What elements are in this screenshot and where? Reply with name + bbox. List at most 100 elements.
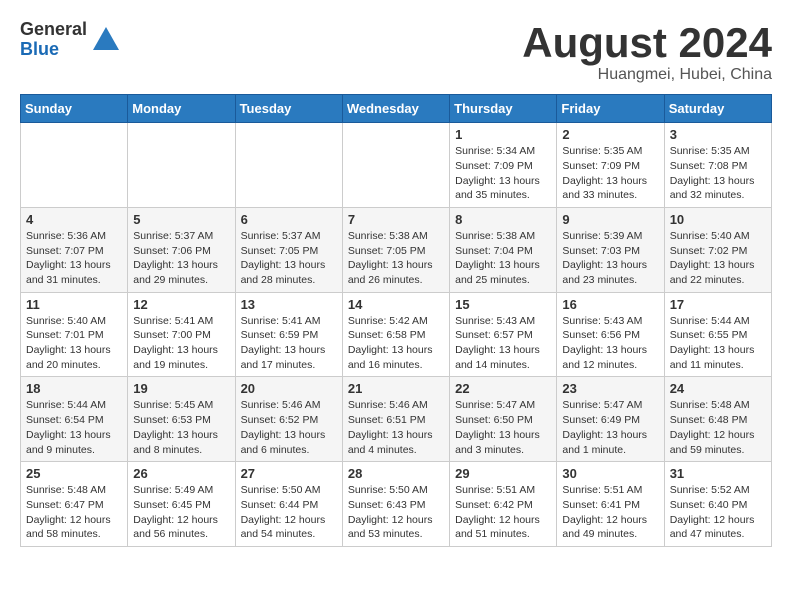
day-number: 12 [133, 297, 229, 312]
calendar-cell [235, 123, 342, 208]
day-number: 15 [455, 297, 551, 312]
location-text: Huangmei, Hubei, China [522, 66, 772, 84]
calendar-cell: 13 Sunrise: 5:41 AM Sunset: 6:59 PM Dayli… [235, 292, 342, 377]
calendar-week-row: 4 Sunrise: 5:36 AM Sunset: 7:07 PM Daylig… [21, 207, 772, 292]
calendar-cell: 7 Sunrise: 5:38 AM Sunset: 7:05 PM Daylig… [342, 207, 449, 292]
weekday-header: Wednesday [342, 95, 449, 123]
day-number: 3 [670, 127, 766, 142]
calendar-cell [128, 123, 235, 208]
day-number: 24 [670, 381, 766, 396]
calendar-cell: 1Sunrise: 5:34 AM Sunset: 7:09 PM Daylig… [450, 123, 557, 208]
logo: General Blue [20, 20, 121, 60]
day-info: Sunrise: 5:40 AM Sunset: 7:02 PM Dayligh… [670, 229, 766, 288]
day-info: Sunrise: 5:52 AM Sunset: 6:40 PM Dayligh… [670, 483, 766, 542]
calendar-cell: 26 Sunrise: 5:49 AM Sunset: 6:45 PM Dayli… [128, 462, 235, 547]
weekday-header: Saturday [664, 95, 771, 123]
day-number: 7 [348, 212, 444, 227]
calendar-cell: 23 Sunrise: 5:47 AM Sunset: 6:49 PM Dayli… [557, 377, 664, 462]
day-info: Sunrise: 5:44 AM Sunset: 6:54 PM Dayligh… [26, 398, 122, 457]
calendar-cell: 6Sunrise: 5:37 AM Sunset: 7:05 PM Daylig… [235, 207, 342, 292]
day-number: 11 [26, 297, 122, 312]
day-info: Sunrise: 5:40 AM Sunset: 7:01 PM Dayligh… [26, 314, 122, 373]
day-number: 19 [133, 381, 229, 396]
day-info: Sunrise: 5:49 AM Sunset: 6:45 PM Dayligh… [133, 483, 229, 542]
calendar-week-row: 1Sunrise: 5:34 AM Sunset: 7:09 PM Daylig… [21, 123, 772, 208]
calendar-cell: 2 Sunrise: 5:35 AM Sunset: 7:09 PM Daylig… [557, 123, 664, 208]
calendar-week-row: 25Sunrise: 5:48 AM Sunset: 6:47 PM Dayli… [21, 462, 772, 547]
calendar-cell: 3 Sunrise: 5:35 AM Sunset: 7:08 PM Daylig… [664, 123, 771, 208]
calendar-week-row: 18Sunrise: 5:44 AM Sunset: 6:54 PM Dayli… [21, 377, 772, 462]
calendar-cell: 15 Sunrise: 5:43 AM Sunset: 6:57 PM Dayli… [450, 292, 557, 377]
day-number: 13 [241, 297, 337, 312]
day-info: Sunrise: 5:46 AM Sunset: 6:52 PM Dayligh… [241, 398, 337, 457]
calendar-cell: 29Sunrise: 5:51 AM Sunset: 6:42 PM Dayli… [450, 462, 557, 547]
day-info: Sunrise: 5:43 AM Sunset: 6:56 PM Dayligh… [562, 314, 658, 373]
calendar-cell: 27Sunrise: 5:50 AM Sunset: 6:44 PM Dayli… [235, 462, 342, 547]
title-area: August 2024 Huangmei, Hubei, China [522, 20, 772, 84]
day-number: 23 [562, 381, 658, 396]
month-title: August 2024 [522, 20, 772, 66]
weekday-header: Tuesday [235, 95, 342, 123]
day-number: 2 [562, 127, 658, 142]
day-info: Sunrise: 5:36 AM Sunset: 7:07 PM Dayligh… [26, 229, 122, 288]
day-info: Sunrise: 5:38 AM Sunset: 7:05 PM Dayligh… [348, 229, 444, 288]
weekday-header: Thursday [450, 95, 557, 123]
calendar-cell: 10Sunrise: 5:40 AM Sunset: 7:02 PM Dayli… [664, 207, 771, 292]
day-info: Sunrise: 5:47 AM Sunset: 6:49 PM Dayligh… [562, 398, 658, 457]
weekday-header: Friday [557, 95, 664, 123]
day-number: 28 [348, 466, 444, 481]
day-number: 16 [562, 297, 658, 312]
day-number: 27 [241, 466, 337, 481]
calendar-cell: 8 Sunrise: 5:38 AM Sunset: 7:04 PM Daylig… [450, 207, 557, 292]
day-info: Sunrise: 5:37 AM Sunset: 7:05 PM Dayligh… [241, 229, 337, 288]
day-number: 17 [670, 297, 766, 312]
weekday-header: Monday [128, 95, 235, 123]
day-info: Sunrise: 5:39 AM Sunset: 7:03 PM Dayligh… [562, 229, 658, 288]
day-info: Sunrise: 5:43 AM Sunset: 6:57 PM Dayligh… [455, 314, 551, 373]
day-info: Sunrise: 5:35 AM Sunset: 7:08 PM Dayligh… [670, 144, 766, 203]
calendar-cell: 9 Sunrise: 5:39 AM Sunset: 7:03 PM Daylig… [557, 207, 664, 292]
day-info: Sunrise: 5:41 AM Sunset: 7:00 PM Dayligh… [133, 314, 229, 373]
day-info: Sunrise: 5:41 AM Sunset: 6:59 PM Dayligh… [241, 314, 337, 373]
calendar-cell: 28 Sunrise: 5:50 AM Sunset: 6:43 PM Dayli… [342, 462, 449, 547]
day-number: 29 [455, 466, 551, 481]
logo-general-text: General [20, 20, 87, 40]
calendar-week-row: 11 Sunrise: 5:40 AM Sunset: 7:01 PM Dayli… [21, 292, 772, 377]
weekday-header: Sunday [21, 95, 128, 123]
calendar-cell [21, 123, 128, 208]
calendar-cell: 16 Sunrise: 5:43 AM Sunset: 6:56 PM Dayli… [557, 292, 664, 377]
calendar-cell: 21Sunrise: 5:46 AM Sunset: 6:51 PM Dayli… [342, 377, 449, 462]
calendar-cell: 30Sunrise: 5:51 AM Sunset: 6:41 PM Dayli… [557, 462, 664, 547]
day-info: Sunrise: 5:44 AM Sunset: 6:55 PM Dayligh… [670, 314, 766, 373]
day-info: Sunrise: 5:38 AM Sunset: 7:04 PM Dayligh… [455, 229, 551, 288]
day-number: 20 [241, 381, 337, 396]
calendar-cell: 17 Sunrise: 5:44 AM Sunset: 6:55 PM Dayli… [664, 292, 771, 377]
calendar-cell: 31 Sunrise: 5:52 AM Sunset: 6:40 PM Dayli… [664, 462, 771, 547]
header-row: SundayMondayTuesdayWednesdayThursdayFrid… [21, 95, 772, 123]
day-number: 22 [455, 381, 551, 396]
calendar-cell: 12 Sunrise: 5:41 AM Sunset: 7:00 PM Dayli… [128, 292, 235, 377]
calendar-cell: 24 Sunrise: 5:48 AM Sunset: 6:48 PM Dayli… [664, 377, 771, 462]
day-number: 4 [26, 212, 122, 227]
calendar-table: SundayMondayTuesdayWednesdayThursdayFrid… [20, 94, 772, 547]
day-number: 26 [133, 466, 229, 481]
day-info: Sunrise: 5:46 AM Sunset: 6:51 PM Dayligh… [348, 398, 444, 457]
day-number: 31 [670, 466, 766, 481]
calendar-cell: 20 Sunrise: 5:46 AM Sunset: 6:52 PM Dayli… [235, 377, 342, 462]
day-info: Sunrise: 5:35 AM Sunset: 7:09 PM Dayligh… [562, 144, 658, 203]
day-number: 9 [562, 212, 658, 227]
calendar-cell: 25Sunrise: 5:48 AM Sunset: 6:47 PM Dayli… [21, 462, 128, 547]
day-number: 14 [348, 297, 444, 312]
logo-blue-text: Blue [20, 40, 87, 60]
calendar-cell: 4 Sunrise: 5:36 AM Sunset: 7:07 PM Daylig… [21, 207, 128, 292]
calendar-cell: 5Sunrise: 5:37 AM Sunset: 7:06 PM Daylig… [128, 207, 235, 292]
calendar-cell: 22Sunrise: 5:47 AM Sunset: 6:50 PM Dayli… [450, 377, 557, 462]
day-info: Sunrise: 5:50 AM Sunset: 6:43 PM Dayligh… [348, 483, 444, 542]
calendar-cell: 11 Sunrise: 5:40 AM Sunset: 7:01 PM Dayli… [21, 292, 128, 377]
day-number: 30 [562, 466, 658, 481]
day-info: Sunrise: 5:48 AM Sunset: 6:48 PM Dayligh… [670, 398, 766, 457]
day-number: 8 [455, 212, 551, 227]
day-info: Sunrise: 5:48 AM Sunset: 6:47 PM Dayligh… [26, 483, 122, 542]
logo-icon [91, 25, 121, 55]
calendar-cell [342, 123, 449, 208]
